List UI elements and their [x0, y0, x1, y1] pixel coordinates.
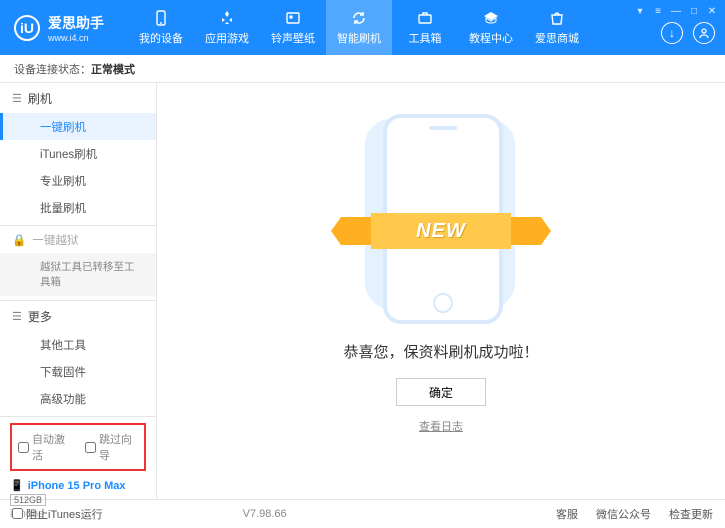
- menu-icon: ☰: [12, 310, 22, 323]
- grad-cap-icon: [482, 9, 500, 27]
- nav-my-device[interactable]: 我的设备: [128, 0, 194, 55]
- sidebar-head-label: 刷机: [28, 90, 52, 107]
- image-icon: [284, 9, 302, 27]
- footer-update[interactable]: 检查更新: [669, 506, 713, 522]
- options-highlight-box: 自动激活 跳过向导: [10, 423, 146, 471]
- top-nav: 我的设备 应用游戏 铃声壁纸 智能刷机 工具箱 教程中心 爱思商城: [128, 0, 590, 55]
- sidebar-item-download-firmware[interactable]: 下载固件: [0, 358, 156, 385]
- nav-label: 爱思商城: [535, 30, 579, 46]
- sidebar-head-jailbreak: 🔒 一键越狱: [0, 226, 156, 253]
- sidebar-item-oneclick-flash[interactable]: 一键刷机: [0, 113, 156, 140]
- menu-icon: ☰: [12, 92, 22, 105]
- download-button[interactable]: ↓: [661, 22, 683, 44]
- nav-label: 应用游戏: [205, 30, 249, 46]
- ok-button[interactable]: 确定: [396, 378, 486, 406]
- version-label: V7.98.66: [243, 508, 287, 520]
- nav-label: 我的设备: [139, 30, 183, 46]
- nav-label: 铃声壁纸: [271, 30, 315, 46]
- sidebar: ☰ 刷机 一键刷机 iTunes刷机 专业刷机 批量刷机 🔒 一键越狱 越狱工具…: [0, 83, 157, 499]
- menu-button[interactable]: ▾: [633, 4, 647, 18]
- success-message: 恭喜您，保资料刷机成功啦！: [343, 341, 538, 362]
- sidebar-item-itunes-flash[interactable]: iTunes刷机: [0, 140, 156, 167]
- user-button[interactable]: [693, 22, 715, 44]
- sidebar-head-label: 一键越狱: [32, 232, 78, 248]
- status-prefix: 设备连接状态：: [14, 61, 91, 77]
- refresh-icon: [350, 9, 368, 27]
- success-illustration: NEW: [361, 119, 521, 319]
- nav-label: 工具箱: [409, 30, 442, 46]
- footer-support[interactable]: 客服: [556, 506, 578, 522]
- status-mode: 正常模式: [91, 61, 135, 77]
- skip-guide-checkbox[interactable]: 跳过向导: [85, 431, 138, 463]
- brand-title: 爱思助手: [48, 13, 104, 33]
- minimize-button[interactable]: —: [669, 4, 683, 18]
- maximize-button[interactable]: □: [687, 4, 701, 18]
- nav-flash[interactable]: 智能刷机: [326, 0, 392, 55]
- window-controls: ▾ ≡ — □ ✕: [633, 4, 719, 18]
- block-itunes-checkbox[interactable]: 阻止iTunes运行: [12, 506, 103, 522]
- sidebar-head-flash[interactable]: ☰ 刷机: [0, 83, 156, 113]
- briefcase-icon: [416, 9, 434, 27]
- auto-activate-checkbox[interactable]: 自动激活: [18, 431, 71, 463]
- checkbox-label: 阻止iTunes运行: [26, 506, 103, 522]
- view-log-link[interactable]: 查看日志: [419, 418, 463, 434]
- nav-ringtones[interactable]: 铃声壁纸: [260, 0, 326, 55]
- footer-wechat[interactable]: 微信公众号: [596, 506, 651, 522]
- lock-icon: 🔒: [12, 233, 26, 247]
- sidebar-item-other-tools[interactable]: 其他工具: [0, 331, 156, 358]
- device-name[interactable]: iPhone 15 Pro Max: [28, 480, 126, 492]
- close-button[interactable]: ✕: [705, 4, 719, 18]
- apps-icon: [218, 9, 236, 27]
- main-content: NEW 恭喜您，保资料刷机成功啦！ 确定 查看日志: [157, 83, 725, 499]
- phone-icon: [152, 9, 170, 27]
- bag-icon: [548, 9, 566, 27]
- status-bar: 设备连接状态： 正常模式: [0, 55, 725, 83]
- header: iU 爱思助手 www.i4.cn 我的设备 应用游戏 铃声壁纸 智能刷机 工具…: [0, 0, 725, 55]
- nav-label: 智能刷机: [337, 30, 381, 46]
- sidebar-head-more[interactable]: ☰ 更多: [0, 301, 156, 331]
- nav-label: 教程中心: [469, 30, 513, 46]
- nav-store[interactable]: 爱思商城: [524, 0, 590, 55]
- nav-toolbox[interactable]: 工具箱: [392, 0, 458, 55]
- sidebar-item-advanced[interactable]: 高级功能: [0, 385, 156, 412]
- jailbreak-note: 越狱工具已转移至工具箱: [0, 253, 156, 296]
- nav-tutorials[interactable]: 教程中心: [458, 0, 524, 55]
- brand-logo[interactable]: iU 爱思助手 www.i4.cn: [0, 13, 118, 43]
- sidebar-item-batch-flash[interactable]: 批量刷机: [0, 194, 156, 221]
- checkbox-label: 跳过向导: [99, 431, 138, 463]
- checkbox-label: 自动激活: [32, 431, 71, 463]
- sidebar-item-pro-flash[interactable]: 专业刷机: [0, 167, 156, 194]
- logo-icon: iU: [14, 15, 40, 41]
- nav-apps[interactable]: 应用游戏: [194, 0, 260, 55]
- sidebar-head-label: 更多: [28, 308, 52, 325]
- phone-icon: 📱: [10, 479, 24, 492]
- new-ribbon: NEW: [371, 213, 511, 249]
- skin-button[interactable]: ≡: [651, 4, 665, 18]
- brand-url: www.i4.cn: [48, 33, 104, 43]
